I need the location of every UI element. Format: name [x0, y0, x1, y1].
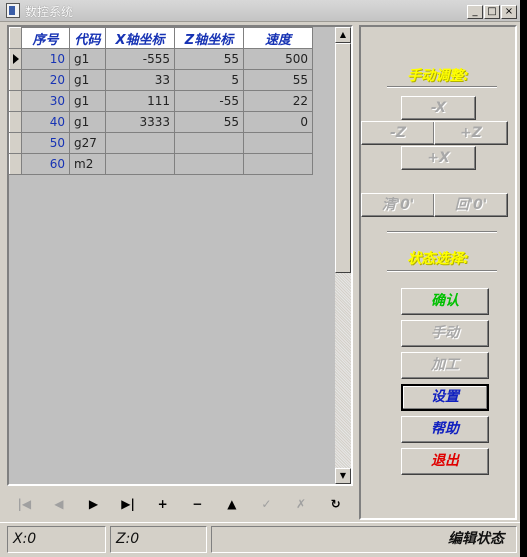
cell-code[interactable]: g1: [69, 69, 106, 91]
cell-speed[interactable]: 500: [243, 48, 313, 70]
manual-adjust-label: 手动调整:: [407, 68, 469, 84]
x-plus-button[interactable]: +X: [401, 146, 476, 170]
nav-edit-button[interactable]: ▲: [215, 491, 250, 517]
cell-seq[interactable]: 20: [21, 69, 70, 91]
status-mode: 编辑状态: [211, 526, 517, 553]
nav-last-button[interactable]: ▶|: [111, 491, 146, 517]
cell-speed[interactable]: [243, 132, 313, 154]
indicator-header: [9, 27, 22, 49]
row-indicator: [9, 48, 22, 70]
cell-z[interactable]: 55: [174, 111, 244, 133]
header-seq[interactable]: 序号: [21, 27, 70, 49]
table-row[interactable]: 50 g27: [9, 132, 313, 154]
table-row[interactable]: 40 g1 3333 55 0: [9, 111, 313, 133]
cell-seq[interactable]: 30: [21, 90, 70, 112]
cell-seq[interactable]: 40: [21, 111, 70, 133]
z-plus-button[interactable]: +Z: [434, 121, 508, 145]
cell-speed[interactable]: [243, 153, 313, 175]
table-row[interactable]: 30 g1 111 -55 22: [9, 90, 313, 112]
cell-speed[interactable]: 0: [243, 111, 313, 133]
status-bar: X:0 Z:0 编辑状态: [0, 522, 520, 557]
window-client: 序号 代码 X轴坐标 Z轴坐标 速度 10 g1 -555 55 500 20 …: [0, 22, 520, 557]
cell-seq[interactable]: 60: [21, 153, 70, 175]
cell-x[interactable]: 111: [105, 90, 175, 112]
scroll-down-button[interactable]: ▼: [335, 468, 351, 484]
cell-x[interactable]: [105, 153, 175, 175]
header-code[interactable]: 代码: [69, 27, 106, 49]
nav-cancel-button[interactable]: ✗: [284, 491, 319, 517]
header-z[interactable]: Z轴坐标: [174, 27, 244, 49]
nav-prior-button[interactable]: ◀: [42, 491, 77, 517]
nav-delete-button[interactable]: −: [180, 491, 215, 517]
divider: [387, 270, 497, 272]
scroll-up-button[interactable]: ▲: [335, 27, 351, 43]
cell-x[interactable]: [105, 132, 175, 154]
cell-z[interactable]: 5: [174, 69, 244, 91]
nav-insert-button[interactable]: +: [145, 491, 180, 517]
cell-z[interactable]: [174, 132, 244, 154]
minimize-button[interactable]: _: [467, 5, 483, 19]
current-row-arrow-icon: [13, 54, 19, 64]
program-grid[interactable]: 序号 代码 X轴坐标 Z轴坐标 速度 10 g1 -555 55 500 20 …: [7, 25, 353, 486]
title-bar: 数控系统 _ □ ×: [0, 0, 520, 22]
cell-x[interactable]: 3333: [105, 111, 175, 133]
return-zero-button[interactable]: 回'0': [434, 193, 508, 217]
scroll-thumb[interactable]: [335, 43, 351, 273]
row-indicator: [9, 111, 22, 133]
table-row[interactable]: 60 m2: [9, 153, 313, 175]
state-select-label: 状态选择:: [407, 251, 469, 267]
status-z-coordinate: Z:0: [110, 526, 207, 553]
cell-code[interactable]: g27: [69, 132, 106, 154]
cell-code[interactable]: m2: [69, 153, 106, 175]
header-speed[interactable]: 速度: [243, 27, 313, 49]
nav-refresh-button[interactable]: ↻: [318, 491, 353, 517]
divider: [387, 86, 497, 88]
app-icon: [6, 3, 20, 18]
control-panel: 手动调整: -X -Z +Z +X 清'0' 回'0' 状态选择: 确认 手动 …: [359, 25, 517, 520]
grid-table: 序号 代码 X轴坐标 Z轴坐标 速度 10 g1 -555 55 500 20 …: [9, 27, 313, 175]
cell-z[interactable]: -55: [174, 90, 244, 112]
vertical-scrollbar[interactable]: ▲ ▼: [335, 27, 351, 484]
nav-first-button[interactable]: |◀: [7, 491, 42, 517]
divider: [387, 231, 497, 233]
confirm-button[interactable]: 确认: [401, 288, 489, 315]
grid-header-row: 序号 代码 X轴坐标 Z轴坐标 速度: [9, 27, 313, 49]
x-minus-button[interactable]: -X: [401, 96, 476, 120]
cell-code[interactable]: g1: [69, 48, 106, 70]
settings-button[interactable]: 设置: [401, 384, 489, 411]
cell-x[interactable]: -555: [105, 48, 175, 70]
close-button[interactable]: ×: [501, 5, 517, 19]
manual-mode-button[interactable]: 手动: [401, 320, 489, 347]
help-button[interactable]: 帮助: [401, 416, 489, 443]
cell-code[interactable]: g1: [69, 90, 106, 112]
cell-z[interactable]: [174, 153, 244, 175]
window-title: 数控系统: [25, 5, 74, 19]
exit-button[interactable]: 退出: [401, 448, 489, 475]
nav-next-button[interactable]: ▶: [76, 491, 111, 517]
cell-speed[interactable]: 55: [243, 69, 313, 91]
table-row[interactable]: 20 g1 33 5 55: [9, 69, 313, 91]
maximize-button[interactable]: □: [484, 5, 500, 19]
z-minus-button[interactable]: -Z: [361, 121, 435, 145]
cell-x[interactable]: 33: [105, 69, 175, 91]
clear-zero-button[interactable]: 清'0': [361, 193, 435, 217]
row-indicator: [9, 69, 22, 91]
row-indicator: [9, 132, 22, 154]
db-navigator: |◀ ◀ ▶ ▶| + − ▲ ✓ ✗ ↻: [7, 488, 353, 520]
cell-z[interactable]: 55: [174, 48, 244, 70]
cell-seq[interactable]: 50: [21, 132, 70, 154]
cell-speed[interactable]: 22: [243, 90, 313, 112]
status-x-coordinate: X:0: [7, 526, 106, 553]
cell-code[interactable]: g1: [69, 111, 106, 133]
table-row[interactable]: 10 g1 -555 55 500: [9, 48, 313, 70]
nav-post-button[interactable]: ✓: [249, 491, 284, 517]
row-indicator: [9, 153, 22, 175]
row-indicator: [9, 90, 22, 112]
cell-seq[interactable]: 10: [21, 48, 70, 70]
header-x[interactable]: X轴坐标: [105, 27, 175, 49]
machining-mode-button[interactable]: 加工: [401, 352, 489, 379]
